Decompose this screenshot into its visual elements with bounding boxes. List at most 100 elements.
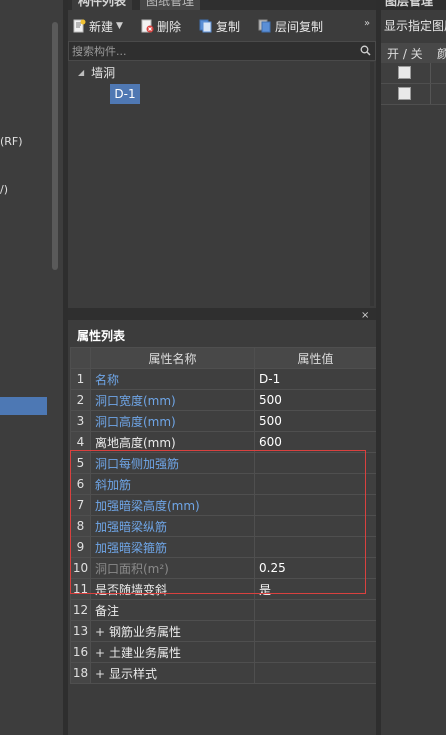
property-row[interactable]: 1 名称 D-1 bbox=[70, 368, 377, 390]
layer-visibility-checkbox[interactable] bbox=[398, 87, 411, 100]
property-name: 洞口面积(m²) bbox=[95, 561, 169, 576]
layer-row bbox=[381, 84, 446, 105]
row-number: 16 bbox=[70, 641, 91, 663]
row-number: 12 bbox=[70, 599, 91, 621]
layer-visibility-checkbox[interactable] bbox=[398, 66, 411, 79]
property-value-cell[interactable]: 500 bbox=[254, 389, 377, 411]
layer-row bbox=[381, 63, 446, 84]
collapse-triangle-icon[interactable]: ◢ bbox=[78, 64, 84, 82]
show-specified-layer-label[interactable]: 显示指定图层 bbox=[384, 17, 446, 34]
panel-splitter[interactable] bbox=[68, 308, 376, 320]
property-row[interactable]: 11 是否随墙变斜 是 bbox=[70, 578, 377, 600]
component-search bbox=[68, 41, 376, 61]
property-value-cell[interactable] bbox=[254, 452, 377, 474]
property-row[interactable]: 2 洞口宽度(mm) 500 bbox=[70, 389, 377, 411]
header-property-value[interactable]: 属性值 bbox=[254, 347, 377, 369]
left-panel-text-fragment: /) bbox=[0, 183, 8, 196]
component-tab-bar: 构件列表 图纸管理 bbox=[68, 0, 376, 10]
expand-plus-icon[interactable]: + bbox=[95, 646, 109, 660]
property-row[interactable]: 5 洞口每侧加强筋 bbox=[70, 452, 377, 474]
delete-label: 删除 bbox=[157, 19, 182, 34]
tab-component-list[interactable]: 构件列表 bbox=[72, 0, 133, 10]
property-name: 加强暗梁箍筋 bbox=[95, 540, 168, 555]
tab-drawing-management[interactable]: 图纸管理 bbox=[140, 0, 201, 10]
property-name-cell[interactable]: 名称 bbox=[90, 368, 255, 390]
property-name-cell[interactable]: 离地高度(mm) bbox=[90, 431, 255, 453]
tab-layer-management[interactable]: 图层管理 bbox=[385, 0, 433, 10]
property-value-cell[interactable] bbox=[254, 599, 377, 621]
row-number: 3 bbox=[70, 410, 91, 432]
property-row[interactable]: 8 加强暗梁纵筋 bbox=[70, 515, 377, 537]
property-value-cell[interactable] bbox=[254, 620, 377, 642]
component-list-scrollbar[interactable] bbox=[370, 62, 374, 306]
property-name: 备注 bbox=[95, 603, 120, 618]
floor-copy-button[interactable]: 层间复制 bbox=[258, 14, 323, 38]
property-value-cell[interactable]: 0.25 bbox=[254, 557, 377, 579]
search-icon[interactable] bbox=[360, 45, 371, 59]
row-number: 8 bbox=[70, 515, 91, 537]
row-number: 13 bbox=[70, 620, 91, 642]
property-row[interactable]: 3 洞口高度(mm) 500 bbox=[70, 410, 377, 432]
property-name-cell[interactable]: 是否随墙变斜 bbox=[90, 578, 255, 600]
property-name: 加强暗梁纵筋 bbox=[95, 519, 168, 534]
header-property-name[interactable]: 属性名称 bbox=[90, 347, 255, 369]
new-button[interactable]: 新建 ▼ bbox=[72, 14, 123, 38]
property-name: 洞口高度(mm) bbox=[95, 414, 176, 429]
property-value-cell[interactable]: D-1 bbox=[254, 368, 377, 390]
row-number: 4 bbox=[70, 431, 91, 453]
component-toolbar: 新建 ▼ 删除 复制 层间复制 » bbox=[68, 14, 376, 38]
property-name-cell[interactable]: 洞口面积(m²) bbox=[90, 557, 255, 579]
toolbar-overflow-button[interactable]: » bbox=[364, 18, 370, 29]
expand-plus-icon[interactable]: + bbox=[95, 625, 109, 639]
property-row[interactable]: 16 + 土建业务属性 bbox=[70, 641, 377, 663]
property-value-cell[interactable] bbox=[254, 641, 377, 663]
property-row[interactable]: 7 加强暗梁高度(mm) bbox=[70, 494, 377, 516]
property-name-cell[interactable]: 加强暗梁箍筋 bbox=[90, 536, 255, 558]
search-input[interactable] bbox=[72, 42, 352, 60]
property-row[interactable]: 12 备注 bbox=[70, 599, 377, 621]
delete-button[interactable]: 删除 bbox=[140, 14, 181, 38]
property-name-cell[interactable]: 加强暗梁高度(mm) bbox=[90, 494, 255, 516]
property-name-cell[interactable]: 斜加筋 bbox=[90, 473, 255, 495]
property-value-cell[interactable] bbox=[254, 515, 377, 537]
property-value-cell[interactable]: 是 bbox=[254, 578, 377, 600]
property-name-cell[interactable]: 洞口宽度(mm) bbox=[90, 389, 255, 411]
column-separator bbox=[430, 63, 431, 83]
delete-icon bbox=[140, 19, 154, 33]
left-panel-scrollbar[interactable] bbox=[52, 22, 58, 270]
expand-plus-icon[interactable]: + bbox=[95, 667, 109, 681]
new-icon bbox=[72, 19, 86, 33]
property-name: 离地高度(mm) bbox=[95, 435, 176, 450]
chevron-down-icon[interactable]: ▼ bbox=[116, 21, 123, 31]
property-value-cell[interactable] bbox=[254, 662, 377, 684]
property-value-cell[interactable]: 600 bbox=[254, 431, 377, 453]
property-value-cell[interactable] bbox=[254, 473, 377, 495]
property-row[interactable]: 18 + 显示样式 bbox=[70, 662, 377, 684]
property-row[interactable]: 4 离地高度(mm) 600 bbox=[70, 431, 377, 453]
property-name-cell[interactable]: 加强暗梁纵筋 bbox=[90, 515, 255, 537]
property-value-cell[interactable] bbox=[254, 494, 377, 516]
property-row[interactable]: 13 + 钢筋业务属性 bbox=[70, 620, 377, 642]
property-name-cell[interactable]: 备注 bbox=[90, 599, 255, 621]
tree-node-wall-opening[interactable]: ◢ 墙洞 bbox=[78, 64, 115, 82]
property-name: 土建业务属性 bbox=[109, 645, 182, 660]
property-value-cell[interactable]: 500 bbox=[254, 410, 377, 432]
copy-button[interactable]: 复制 bbox=[199, 14, 240, 38]
property-name-cell[interactable]: + 显示样式 bbox=[90, 662, 255, 684]
property-name-cell[interactable]: + 钢筋业务属性 bbox=[90, 620, 255, 642]
row-number: 9 bbox=[70, 536, 91, 558]
property-name-cell[interactable]: 洞口每侧加强筋 bbox=[90, 452, 255, 474]
property-name-cell[interactable]: + 土建业务属性 bbox=[90, 641, 255, 663]
property-name-cell[interactable]: 洞口高度(mm) bbox=[90, 410, 255, 432]
tree-node-d1[interactable]: D-1 bbox=[110, 84, 140, 104]
left-panel-selected-item[interactable] bbox=[0, 397, 47, 415]
copy-label: 复制 bbox=[216, 19, 241, 34]
property-value-cell[interactable] bbox=[254, 536, 377, 558]
property-table-body: 1 名称 D-1 2 洞口宽度(mm) 500 3 洞口高度(mm) 500 4 离地高度(mm) 6… bbox=[70, 368, 377, 684]
property-name: 钢筋业务属性 bbox=[109, 624, 182, 639]
row-number: 1 bbox=[70, 368, 91, 390]
property-row[interactable]: 6 斜加筋 bbox=[70, 473, 377, 495]
property-row[interactable]: 9 加强暗梁箍筋 bbox=[70, 536, 377, 558]
property-name: 加强暗梁高度(mm) bbox=[95, 498, 200, 513]
property-row[interactable]: 10 洞口面积(m²) 0.25 bbox=[70, 557, 377, 579]
